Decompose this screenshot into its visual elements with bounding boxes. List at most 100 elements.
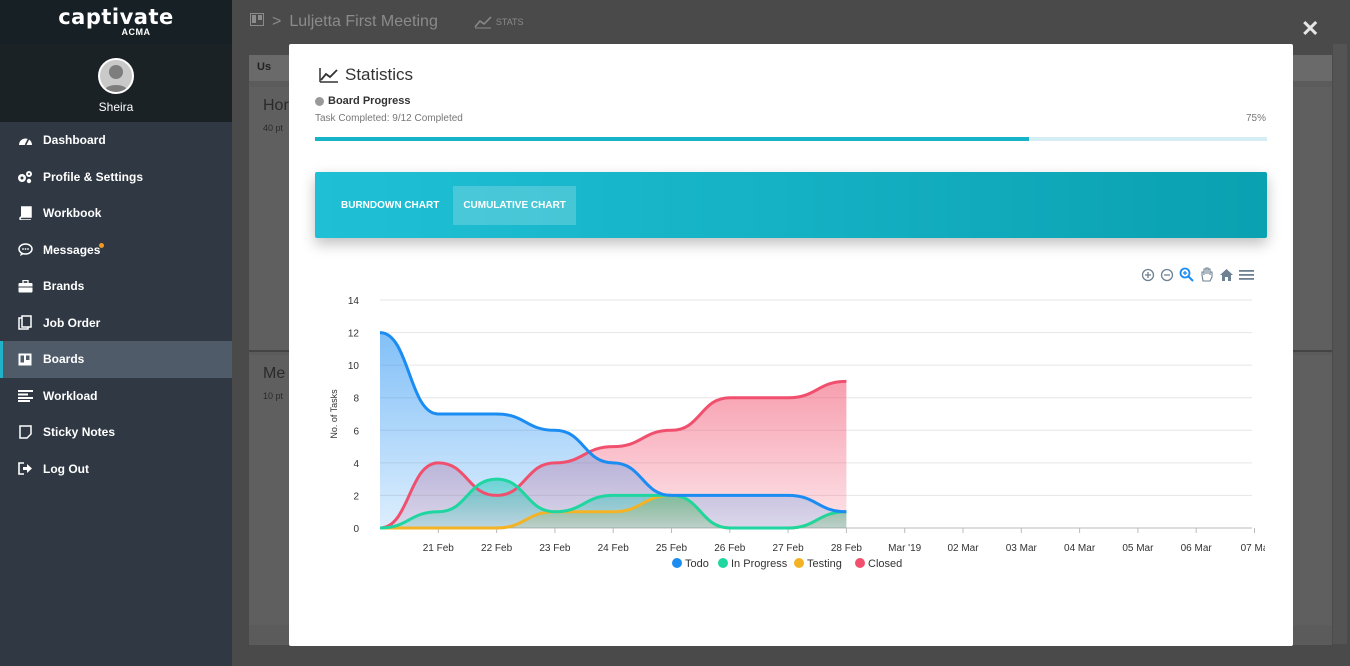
tab-cumulative-chart[interactable]: CUMULATIVE CHART <box>453 185 576 225</box>
y-axis-label: No. of Tasks <box>329 389 339 439</box>
x-tick-label: 21 Feb <box>423 543 455 554</box>
x-tick-label: 02 Mar <box>947 543 979 554</box>
legend-item-closed[interactable]: Closed <box>855 558 902 570</box>
y-tick-label: 6 <box>353 426 359 437</box>
sidebar-item-label: Log Out <box>43 461 89 476</box>
legend-marker <box>718 558 728 568</box>
y-tick-label: 2 <box>353 491 359 502</box>
sidebar-item-brands[interactable]: Brands <box>0 268 232 305</box>
avatar[interactable] <box>98 58 134 94</box>
dashboard-icon <box>17 132 33 148</box>
logo-subtext: ACMA <box>121 27 151 37</box>
note-icon <box>17 424 33 440</box>
sidebar-item-label: Brands <box>43 279 85 294</box>
close-modal-icon[interactable]: ✕ <box>1301 16 1319 42</box>
y-tick-label: 8 <box>353 394 359 405</box>
background-col2-sub: 10 pt <box>263 391 284 401</box>
background-col1-sub: 40 pt <box>263 123 284 133</box>
x-tick-label: 27 Feb <box>773 543 805 554</box>
x-tick-label: Mar '19 <box>888 543 921 554</box>
x-tick-label: 05 Mar <box>1122 543 1154 554</box>
stats-label: STATS <box>495 17 524 27</box>
progress-bar <box>315 137 1267 141</box>
x-tick-label: 06 Mar <box>1181 543 1213 554</box>
briefcase-icon <box>17 278 33 294</box>
book-icon <box>17 205 33 221</box>
legend-label: Todo <box>685 558 709 570</box>
chart-toolbar <box>1141 267 1254 282</box>
statistics-modal: Statistics Board Progress Task Completed… <box>289 44 1293 646</box>
chart-tabs: BURNDOWN CHART CUMULATIVE CHART <box>315 172 1267 238</box>
modal-title-text: Statistics <box>345 65 414 84</box>
y-tick-label: 12 <box>348 329 360 340</box>
sidebar-item-messages[interactable]: Messages <box>0 232 232 269</box>
sidebar-nav: Dashboard Profile & Settings Workbook Messa… <box>0 122 232 487</box>
sidebar-item-workload[interactable]: Workload <box>0 378 232 415</box>
sidebar-item-label: Dashboard <box>43 133 106 148</box>
stats-link[interactable]: STATS <box>474 15 524 29</box>
legend-label: Testing <box>807 558 842 570</box>
progress-subtitle: Task Completed: 9/12 Completed <box>315 113 463 124</box>
y-tick-label: 0 <box>353 524 359 535</box>
menu-icon[interactable] <box>1239 269 1254 281</box>
zoom-out-icon[interactable] <box>1160 268 1174 282</box>
sidebar-item-sticky-notes[interactable]: Sticky Notes <box>0 414 232 451</box>
y-tick-label: 4 <box>353 459 359 470</box>
sidebar-item-workbook[interactable]: Workbook <box>0 195 232 232</box>
breadcrumb-separator: > <box>272 13 282 30</box>
x-tick-label: 24 Feb <box>598 543 630 554</box>
sidebar-item-label: Sticky Notes <box>43 425 116 440</box>
background-col2-label: Me <box>263 365 286 382</box>
y-tick-label: 14 <box>348 296 360 307</box>
line-chart-icon <box>474 16 492 29</box>
sidebar-item-log-out[interactable]: Log Out <box>0 451 232 488</box>
tab-burndown-chart[interactable]: BURNDOWN CHART <box>331 186 449 225</box>
legend-item-todo[interactable]: Todo <box>672 558 709 570</box>
progress-title-text: Board Progress <box>328 95 411 107</box>
logout-icon <box>17 461 33 477</box>
x-tick-label: 22 Feb <box>481 543 513 554</box>
sidebar-item-label: Boards <box>43 352 85 367</box>
x-tick-label: 23 Feb <box>539 543 571 554</box>
progress-dot-icon <box>315 96 324 106</box>
legend-marker <box>794 558 804 568</box>
lines-icon <box>17 388 33 404</box>
legend-label: In Progress <box>731 558 788 570</box>
sidebar-item-profile-settings[interactable]: Profile & Settings <box>0 159 232 196</box>
sidebar-item-job-order[interactable]: Job Order <box>0 305 232 342</box>
logo-text: captivate <box>58 5 174 29</box>
sidebar-item-label: Workload <box>43 388 98 403</box>
background-scrollbar[interactable] <box>1333 44 1347 644</box>
background-col1-label: Hor <box>263 97 289 114</box>
top-bar: > Luljetta First Meeting STATS <box>232 0 1350 44</box>
gears-icon <box>17 169 33 185</box>
user-profile: Sheira <box>0 44 232 122</box>
sidebar-item-boards[interactable]: Boards <box>0 341 232 378</box>
chat-icon <box>17 242 33 258</box>
board-icon <box>250 13 264 31</box>
zoom-select-icon[interactable] <box>1179 267 1194 282</box>
y-tick-label: 10 <box>348 361 360 372</box>
x-tick-label: 28 Feb <box>831 543 863 554</box>
pan-icon[interactable] <box>1199 267 1214 282</box>
line-chart-icon <box>319 68 338 83</box>
modal-title: Statistics <box>319 65 413 85</box>
legend-marker <box>855 558 865 568</box>
x-tick-label: 26 Feb <box>714 543 746 554</box>
brand-logo[interactable]: captivate ACMA <box>0 0 232 44</box>
x-tick-label: 04 Mar <box>1064 543 1096 554</box>
user-name: Sheira <box>98 100 134 114</box>
zoom-in-icon[interactable] <box>1141 268 1155 282</box>
board-icon <box>17 351 33 367</box>
legend-item-testing[interactable]: Testing <box>794 558 842 570</box>
home-icon[interactable] <box>1219 268 1234 282</box>
sidebar-item-label: Profile & Settings <box>43 169 144 184</box>
progress-title: Board Progress <box>315 95 411 107</box>
sidebar-item-dashboard[interactable]: Dashboard <box>0 122 232 159</box>
sidebar: captivate ACMA Sheira Dashboard Profile &… <box>0 0 232 666</box>
x-tick-label: 25 Feb <box>656 543 688 554</box>
legend-item-in-progress[interactable]: In Progress <box>718 558 788 570</box>
x-tick-label: 07 Ma <box>1241 543 1265 554</box>
board-title[interactable]: Luljetta First Meeting <box>289 13 438 31</box>
clipboard-icon <box>17 315 33 331</box>
